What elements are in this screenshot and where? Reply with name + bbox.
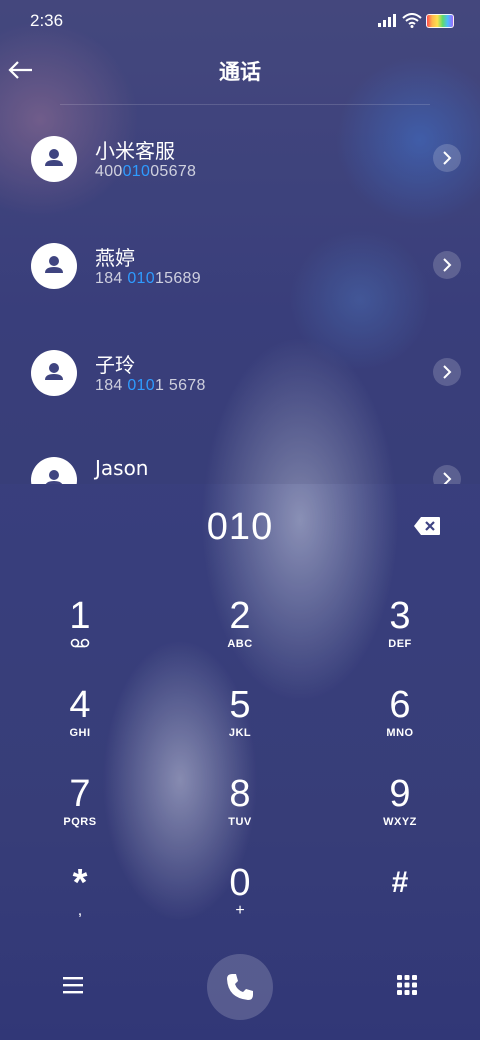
key-8[interactable]: 8 TUV	[180, 774, 300, 858]
contact-list: 小米客服 40001005678 燕婷 184 01015689 子玲 184 …	[0, 106, 480, 484]
status-time: 2:36	[30, 11, 64, 30]
key-6[interactable]: 6 MNO	[340, 685, 460, 769]
key-digit: 8	[229, 773, 251, 815]
avatar	[31, 350, 77, 396]
voicemail-icon	[70, 638, 90, 648]
key-7[interactable]: 7 PQRS	[20, 774, 140, 858]
person-icon	[45, 149, 63, 166]
key-digit: 1	[69, 595, 91, 637]
chevron-right-icon	[443, 258, 452, 272]
battery-icon	[426, 14, 454, 28]
key-letters: TUV	[228, 816, 252, 828]
status-bar: 2:36	[0, 0, 480, 42]
key-letters: JKL	[228, 727, 252, 739]
key-digit: *	[72, 862, 88, 904]
contact-item[interactable]: Jason	[0, 427, 480, 484]
key-digit: 0	[229, 862, 251, 904]
contact-item[interactable]: 燕婷 184 01015689	[0, 213, 480, 319]
key-letters: WXYZ	[383, 816, 417, 828]
key-digit: 5	[229, 684, 251, 726]
person-icon	[45, 470, 63, 484]
key-0[interactable]: 0 +	[180, 863, 300, 947]
key-letters: MNO	[386, 727, 414, 739]
key-hash[interactable]: #	[340, 863, 460, 947]
key-1[interactable]: 1	[20, 596, 140, 680]
chevron-right-icon	[443, 151, 452, 165]
contact-detail-button[interactable]	[433, 465, 461, 484]
page-title: 通话	[219, 60, 261, 84]
key-digit: 3	[389, 595, 411, 637]
contact-name: 燕婷	[95, 246, 135, 270]
person-icon	[45, 363, 63, 380]
key-3[interactable]: 3 DEF	[340, 596, 460, 680]
keypad-grid-icon[interactable]	[396, 974, 418, 998]
key-letters: GHI	[69, 727, 91, 739]
contact-item[interactable]: 子玲 184 0101 5678	[0, 320, 480, 426]
contact-number: 184 01015689	[95, 270, 201, 287]
contact-name: Jason	[95, 456, 149, 480]
key-digit: 7	[69, 773, 91, 815]
chevron-right-icon	[443, 365, 452, 379]
contact-detail-button[interactable]	[433, 144, 461, 172]
bottom-bar	[0, 950, 480, 1030]
key-letters: PQRS	[63, 816, 97, 828]
key-digit: #	[391, 866, 409, 899]
contact-item[interactable]: 小米客服 40001005678	[0, 106, 480, 212]
phone-icon	[227, 974, 253, 1000]
contact-detail-button[interactable]	[433, 251, 461, 279]
key-sub-symbol: ,	[77, 902, 83, 919]
key-letters: ABC	[227, 638, 253, 650]
dialed-number: 010	[206, 506, 274, 548]
backspace-icon[interactable]	[413, 516, 441, 536]
key-letters: DEF	[388, 638, 412, 650]
signal-icon	[378, 14, 396, 27]
avatar	[31, 243, 77, 289]
header: 通话	[0, 42, 480, 104]
contact-name: 小米客服	[95, 139, 175, 163]
contact-number: 40001005678	[95, 163, 197, 180]
call-button[interactable]	[207, 954, 273, 1020]
avatar	[31, 136, 77, 182]
avatar	[31, 457, 77, 484]
key-sub-symbol: +	[235, 902, 245, 919]
key-star[interactable]: * ,	[20, 863, 140, 947]
menu-icon[interactable]	[60, 975, 86, 995]
person-icon	[45, 256, 63, 273]
key-5[interactable]: 5 JKL	[180, 685, 300, 769]
key-digit: 4	[69, 684, 91, 726]
contact-name: 子玲	[95, 353, 135, 377]
key-9[interactable]: 9 WXYZ	[340, 774, 460, 858]
key-2[interactable]: 2 ABC	[180, 596, 300, 680]
key-digit: 9	[389, 773, 411, 815]
chevron-right-icon	[443, 472, 452, 484]
contact-detail-button[interactable]	[433, 358, 461, 386]
key-4[interactable]: 4 GHI	[20, 685, 140, 769]
header-divider	[60, 104, 430, 105]
wifi-icon	[402, 13, 422, 28]
key-digit: 6	[389, 684, 411, 726]
key-digit: 2	[229, 595, 251, 637]
contact-number: 184 0101 5678	[95, 377, 206, 394]
